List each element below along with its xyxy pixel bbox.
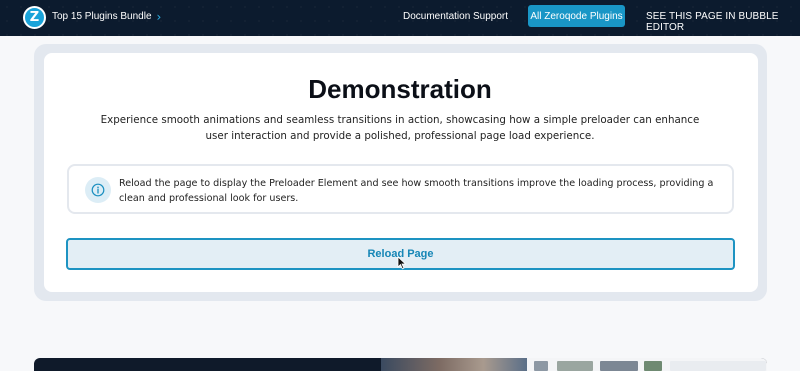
mouse-cursor-icon (397, 256, 407, 270)
preview-thumbnail (534, 361, 548, 371)
support-link[interactable]: Support (473, 11, 508, 22)
all-plugins-button[interactable]: All Zeroqode Plugins (528, 5, 625, 27)
info-circle-icon-glyph (91, 183, 105, 197)
zeroqode-logo-icon[interactable]: Z (23, 6, 46, 29)
logo-letter: Z (29, 10, 40, 25)
demo-description: Experience smooth animations and seamles… (100, 114, 700, 142)
bundle-link[interactable]: Top 15 Plugins Bundle › (52, 9, 162, 24)
documentation-link[interactable]: Documentation (403, 11, 470, 22)
info-circle-icon (85, 177, 111, 203)
preview-thumbnail (670, 361, 766, 371)
preview-banner (34, 358, 767, 371)
bubble-editor-link[interactable]: SEE THIS PAGE IN BUBBLE EDITOR (646, 11, 800, 33)
preview-thumbnail (600, 361, 638, 371)
preview-thumbnail (557, 361, 593, 371)
chevron-right-icon: › (156, 9, 162, 24)
preview-thumbnail (644, 361, 662, 371)
preview-photo (381, 358, 527, 371)
info-callout: Reload the page to display the Preloader… (67, 164, 734, 214)
info-text: Reload the page to display the Preloader… (119, 178, 714, 204)
bundle-label: Top 15 Plugins Bundle (52, 11, 152, 22)
page-title: Demonstration (308, 74, 492, 104)
all-plugins-label: All Zeroqode Plugins (530, 10, 623, 22)
top-navigation-bar: Z Top 15 Plugins Bundle › Documentation … (0, 0, 800, 36)
